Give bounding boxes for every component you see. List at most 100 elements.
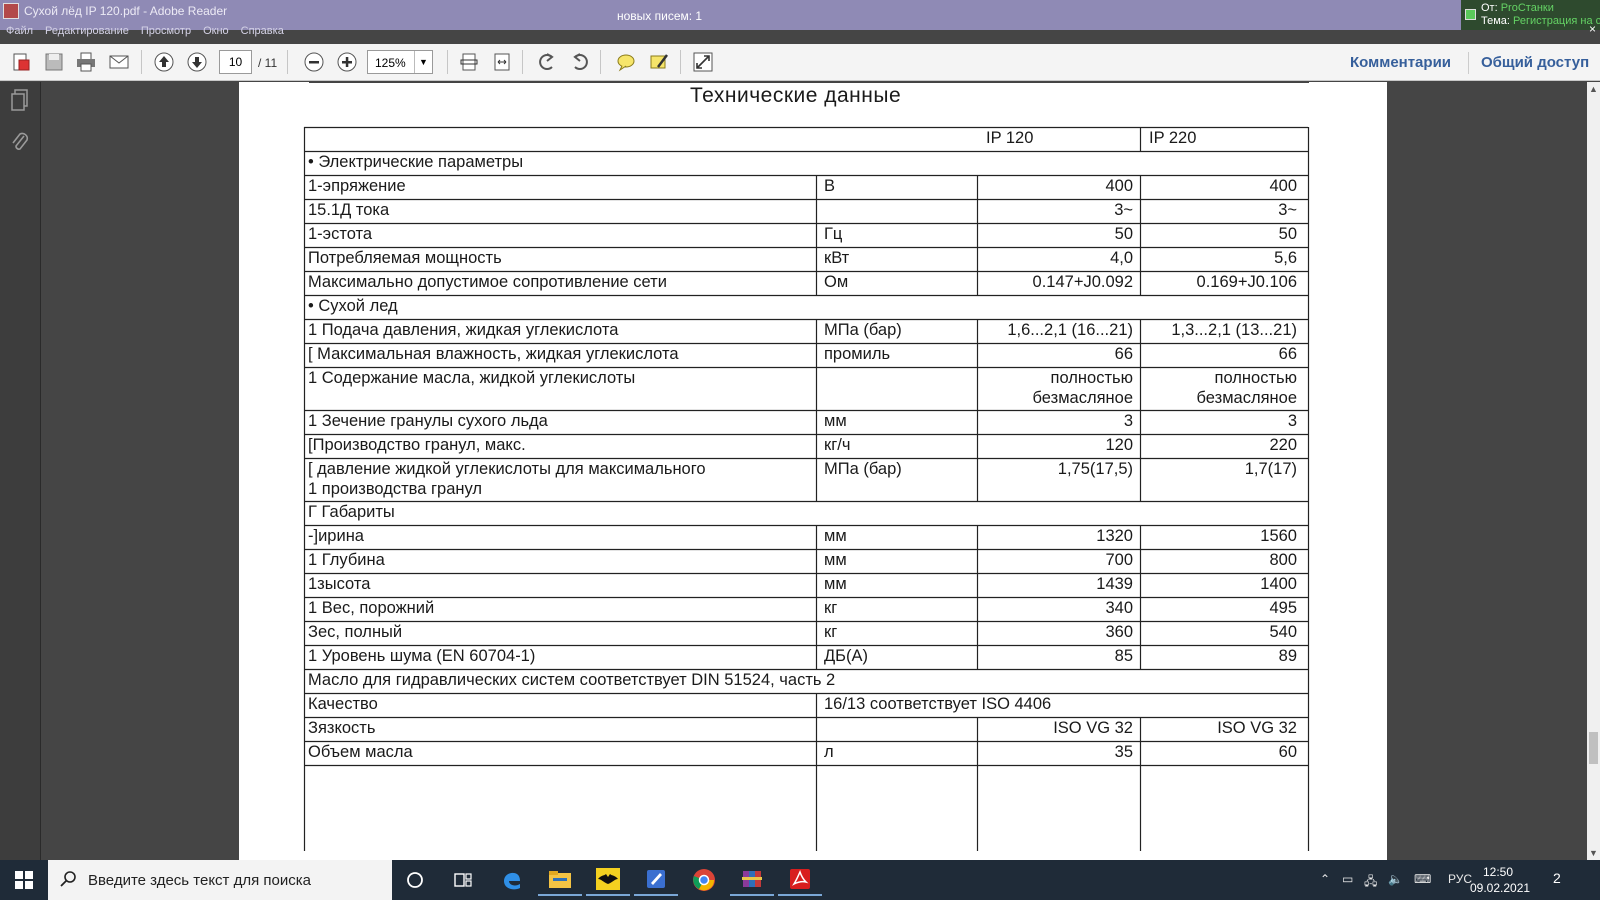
param-unit: МПа (бар) (824, 460, 902, 478)
action-center-button[interactable]: 2 (1553, 870, 1561, 886)
cortana-circle-icon (407, 872, 423, 888)
minus-circle-icon (304, 52, 324, 72)
taskbar-file-explorer[interactable] (538, 864, 582, 896)
menu-edit[interactable]: Редактирование (45, 25, 129, 37)
document-title: Технические данные (690, 84, 902, 107)
task-view-button[interactable] (441, 864, 485, 896)
keyboard-icon[interactable]: ⌨ (1414, 872, 1431, 886)
next-page-button[interactable] (184, 49, 210, 75)
adobe-reader-icon (3, 3, 19, 19)
page-thumbnails-icon[interactable] (9, 88, 31, 112)
notification-from-label: От: (1481, 2, 1498, 14)
taskbar-adobe-reader[interactable] (778, 864, 822, 896)
attachments-paperclip-icon[interactable] (9, 130, 31, 154)
search-placeholder: Введите здесь текст для поиска (88, 872, 311, 889)
value-line: полностью (1050, 369, 1133, 387)
cortana-button[interactable] (393, 864, 437, 896)
value-ip220: 5,6 (1274, 249, 1297, 267)
taskbar-bat-mail[interactable] (586, 864, 630, 896)
menu-help[interactable]: Справка (241, 25, 284, 37)
highlight-button[interactable] (646, 49, 672, 75)
page-number-input[interactable]: 10 (219, 50, 252, 74)
value-ip220: 50 (1278, 225, 1297, 243)
fit-page-icon (460, 53, 478, 71)
param-label: Максимально допустимое сопротивление сет… (308, 273, 667, 291)
value-ip120: ISO VG 32 (1053, 719, 1133, 737)
taskbar-edge[interactable] (490, 864, 534, 896)
param-unit: Ом (824, 273, 849, 291)
zoom-select[interactable]: 125% ▼ (367, 50, 433, 74)
rotate-right-button[interactable] (567, 49, 593, 75)
table-row: 1 Вес, порожний кг 340 495 (304, 597, 1308, 621)
email-button[interactable] (106, 49, 132, 75)
value-ip220: 60 (1278, 743, 1297, 761)
start-button[interactable] (0, 860, 48, 900)
fullscreen-button[interactable] (690, 49, 716, 75)
create-pdf-button[interactable] (8, 49, 34, 75)
folder-icon (549, 871, 571, 888)
page-total-label: / 11 (258, 56, 278, 70)
value-ip220: 1,7(17) (1244, 460, 1297, 478)
value-ip120: 120 (1105, 436, 1133, 454)
section-row: Масло для гидравлических систем соответс… (304, 669, 1308, 693)
menu-file[interactable]: Файл (6, 25, 33, 37)
zoom-in-button[interactable] (334, 49, 360, 75)
share-panel-button[interactable]: Общий доступ (1481, 54, 1589, 71)
usb-device-icon[interactable]: ▭ (1342, 872, 1353, 886)
param-label: 1 Зечение гранулы сухого льда (308, 412, 548, 430)
mail-notification-popup[interactable]: От: ProСтанки Тема: Регистрация на с × (1461, 0, 1600, 36)
value-ip120: 50 (1114, 225, 1133, 243)
taskbar-search-box[interactable]: Введите здесь текст для поиска (48, 860, 392, 900)
notification-status-icon (1465, 9, 1476, 20)
scrollbar-thumb[interactable] (1589, 732, 1598, 764)
windows-logo-icon (15, 871, 33, 889)
section-title: • Электрические параметры (308, 153, 524, 171)
save-button[interactable] (41, 49, 67, 75)
fit-page-button[interactable] (456, 49, 482, 75)
scroll-up-arrow[interactable]: ▲ (1589, 84, 1598, 94)
param-unit (816, 367, 977, 410)
menu-window[interactable]: Окно (203, 25, 229, 37)
chevron-up-icon[interactable]: ⌃ (1320, 872, 1330, 886)
param-unit (816, 199, 977, 223)
section-row: • Сухой лед (304, 295, 1308, 319)
menu-view[interactable]: Просмотр (141, 25, 191, 37)
table-row: -]ирина мм 1320 1560 (304, 525, 1308, 549)
mail-count-text[interactable]: новых писем: 1 (617, 9, 702, 23)
notification-close-button[interactable]: × (1589, 22, 1596, 36)
previous-page-button[interactable] (151, 49, 177, 75)
value-ip120: 1,75(17,5) (1057, 460, 1133, 478)
taskbar-winrar[interactable] (730, 864, 774, 896)
taskbar-chrome[interactable] (682, 864, 726, 896)
param-unit (816, 717, 977, 741)
value-ip120: 1,6...2,1 (16...21) (1007, 321, 1133, 339)
comments-panel-button[interactable]: Комментарии (1350, 54, 1451, 71)
zoom-out-button[interactable] (301, 49, 327, 75)
fit-width-button[interactable] (489, 49, 515, 75)
value-ip220: 1560 (1260, 527, 1297, 545)
network-icon[interactable]: 🖧 (1364, 872, 1377, 893)
notification-subject-label: Тема: (1481, 15, 1510, 27)
taskbar-notes-app[interactable] (634, 864, 678, 896)
chevron-down-icon[interactable]: ▼ (414, 51, 432, 73)
param-unit: Гц (824, 225, 843, 243)
print-button[interactable] (73, 49, 99, 75)
table-row: Потребляемая мощность кВт 4,0 5,6 (304, 247, 1308, 271)
scroll-down-arrow[interactable]: ▼ (1589, 848, 1598, 858)
value-ip220: 3~ (1278, 201, 1297, 219)
volume-icon[interactable]: 🔈 (1388, 872, 1403, 886)
value-ip120: 700 (1105, 551, 1133, 569)
param-label: 1-эпряжение (308, 177, 406, 195)
window-titlebar: Сухой лёд IP 120.pdf - Adobe Reader новы… (0, 0, 1600, 37)
param-unit: В (824, 177, 836, 195)
value-ip120: 3~ (1114, 201, 1133, 219)
vertical-scrollbar[interactable]: ▲ ▼ (1587, 82, 1600, 860)
add-comment-button[interactable] (613, 49, 639, 75)
rotate-left-button[interactable] (534, 49, 560, 75)
label-line: [ давление жидкой углекислоты для максим… (308, 460, 706, 478)
value-ip120: 360 (1105, 623, 1133, 641)
taskbar-clock[interactable]: 12:50 09.02.2021 (1470, 864, 1530, 896)
value-ip220: 1400 (1260, 575, 1297, 593)
input-language[interactable]: РУС (1448, 872, 1472, 886)
param-unit: промиль (824, 345, 891, 363)
